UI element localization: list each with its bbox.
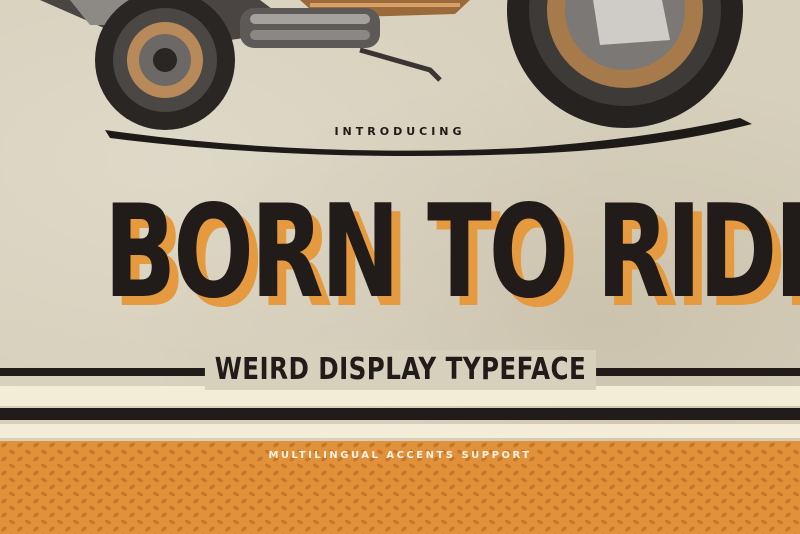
kicker-text: INTRODUCING [334, 125, 466, 138]
poster: INTRODUCING BORN TO RIDE BORN TO RIDE WE… [0, 0, 800, 534]
headline: BORN TO RIDE BORN TO RIDE [0, 178, 800, 348]
stripe-cream-2 [0, 424, 800, 438]
subtitle-text: WEIRD DISPLAY TYPEFACE [204, 350, 596, 390]
stripe-middle [0, 408, 800, 420]
support-text: MULTILINGUAL ACCENTS SUPPORT [268, 450, 532, 461]
headline-text: BORN TO RIDE [104, 178, 800, 327]
subtitle: WEIRD DISPLAY TYPEFACE [0, 350, 800, 390]
